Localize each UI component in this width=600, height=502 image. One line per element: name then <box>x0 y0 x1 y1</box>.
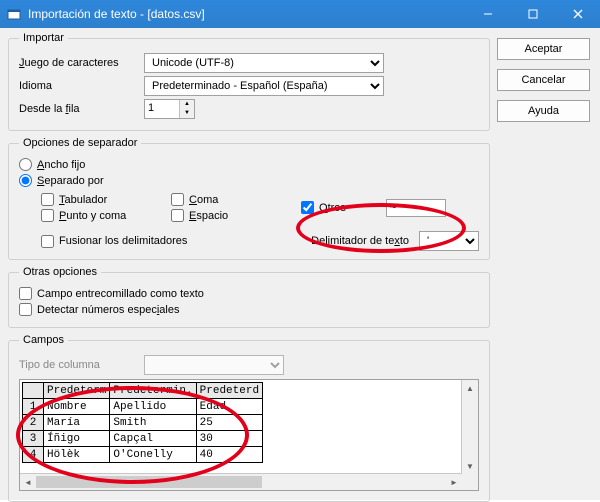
merge-delim-checkbox[interactable] <box>41 235 54 248</box>
maximize-button[interactable] <box>510 0 555 28</box>
text-delim-label: Delimitador de texto <box>311 235 409 247</box>
separated-by-label: Separado por <box>37 175 104 187</box>
charset-select[interactable]: Unicode (UTF-8) <box>144 53 384 73</box>
horizontal-scrollbar[interactable]: ◄► <box>20 473 462 490</box>
app-icon <box>6 6 22 22</box>
fromrow-label: Desde la fila <box>19 103 144 115</box>
table-row: 1NombreApellidoEdad <box>23 399 263 415</box>
scroll-down-icon[interactable]: ▼ <box>462 458 478 474</box>
space-label: Espacio <box>189 210 228 222</box>
dialog-buttons: Aceptar Cancelar Ayuda <box>497 38 592 131</box>
fixed-width-radio[interactable] <box>19 158 32 171</box>
merge-delim-label: Fusionar los delimitadores <box>59 235 187 247</box>
separator-group: Opciones de separador Ancho fijo Separad… <box>8 137 490 260</box>
tab-checkbox[interactable] <box>41 193 54 206</box>
col-header[interactable]: Predeterd <box>196 383 262 399</box>
comma-checkbox[interactable] <box>171 193 184 206</box>
scroll-thumb[interactable] <box>36 476 262 488</box>
spin-down-icon[interactable]: ▼ <box>180 109 194 118</box>
others-input[interactable] <box>386 199 446 217</box>
space-checkbox[interactable] <box>171 209 184 222</box>
fixed-width-label: Ancho fijo <box>37 159 85 171</box>
import-group: Importar Juego de caracteres Unicode (UT… <box>8 32 490 131</box>
detect-numbers-label: Detectar números especiales <box>37 304 179 316</box>
fromrow-input[interactable] <box>145 100 179 116</box>
others-label: Otros <box>319 202 346 214</box>
accept-button[interactable]: Aceptar <box>497 38 590 60</box>
vertical-scrollbar[interactable]: ▲▼ <box>461 380 478 474</box>
col-header[interactable]: Predeterm <box>44 383 110 399</box>
coltype-label: Tipo de columna <box>19 359 144 371</box>
table-row: 2MaríaSmith25 <box>23 415 263 431</box>
detect-numbers-checkbox[interactable] <box>19 303 32 316</box>
scroll-left-icon[interactable]: ◄ <box>20 474 36 490</box>
scroll-up-icon[interactable]: ▲ <box>462 380 478 396</box>
other-options-group: Otras opciones Campo entrecomillado como… <box>8 266 490 328</box>
other-options-legend: Otras opciones <box>19 266 101 278</box>
row-header-blank <box>23 383 44 399</box>
spin-up-icon[interactable]: ▲ <box>180 100 194 109</box>
preview-table[interactable]: Predeterm Predetermin. Predeterd 1Nombre… <box>22 382 263 463</box>
language-label: Idioma <box>19 80 144 92</box>
text-delim-select[interactable]: ' <box>419 231 479 251</box>
separated-by-radio[interactable] <box>19 174 32 187</box>
semicolon-checkbox[interactable] <box>41 209 54 222</box>
preview-pane: Predeterm Predetermin. Predeterd 1Nombre… <box>19 379 479 491</box>
quoted-text-label: Campo entrecomillado como texto <box>37 288 204 300</box>
scroll-right-icon[interactable]: ► <box>446 474 462 490</box>
scrollbar-corner <box>462 474 478 490</box>
minimize-button[interactable] <box>465 0 510 28</box>
separator-legend: Opciones de separador <box>19 137 141 149</box>
close-button[interactable] <box>555 0 600 28</box>
tab-label: Tabulador <box>59 194 107 206</box>
window-title: Importación de texto - [datos.csv] <box>28 7 465 21</box>
import-legend: Importar <box>19 32 68 44</box>
cancel-button[interactable]: Cancelar <box>497 69 590 91</box>
semicolon-label: Punto y coma <box>59 210 126 222</box>
charset-label: Juego de caracteres <box>19 57 144 69</box>
table-row: 3ÍñigoCapçal30 <box>23 431 263 447</box>
col-header[interactable]: Predetermin. <box>110 383 196 399</box>
title-bar: Importación de texto - [datos.csv] <box>0 0 600 28</box>
fields-legend: Campos <box>19 334 68 346</box>
others-checkbox[interactable] <box>301 201 314 214</box>
fromrow-spinner[interactable]: ▲▼ <box>144 99 195 119</box>
fields-group: Campos Tipo de columna Predeterm Predete… <box>8 334 490 502</box>
coltype-select <box>144 355 284 375</box>
language-select[interactable]: Predeterminado - Español (España) <box>144 76 384 96</box>
quoted-text-checkbox[interactable] <box>19 287 32 300</box>
table-row: 4HölèkO'Conelly40 <box>23 447 263 463</box>
help-button[interactable]: Ayuda <box>497 100 590 122</box>
comma-label: Coma <box>189 194 218 206</box>
